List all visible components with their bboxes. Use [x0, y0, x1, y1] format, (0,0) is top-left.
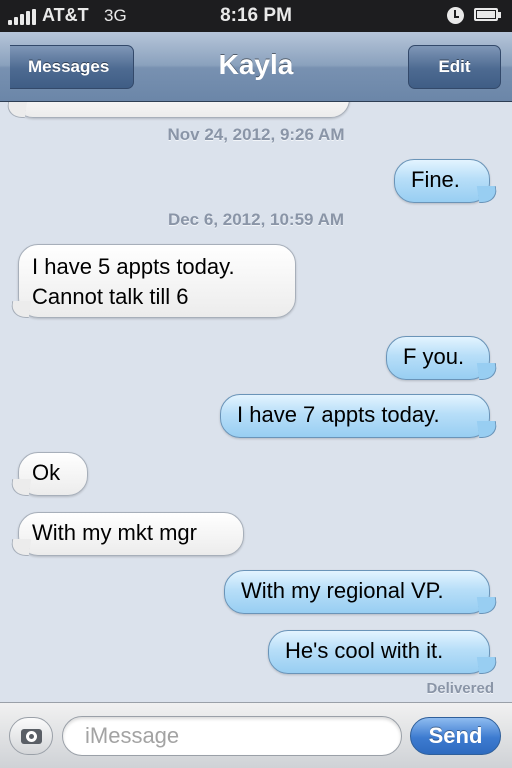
timestamp: Nov 24, 2012, 9:26 AM	[167, 125, 345, 144]
battery-icon	[474, 8, 498, 21]
timestamp: Dec 6, 2012, 10:59 AM	[167, 210, 345, 229]
status-bar: AT&T 3G 8:16 PM	[0, 0, 512, 32]
delivered-status: Delivered	[426, 680, 494, 697]
message-text-line: Cannot talk till 6	[32, 284, 189, 309]
send-button[interactable]: Send	[410, 717, 501, 755]
camera-lens	[26, 731, 37, 742]
message-text: Ok	[32, 460, 61, 485]
outgoing-message[interactable]: Fine.	[394, 159, 490, 203]
edit-button[interactable]: Edit	[408, 45, 501, 89]
outgoing-message[interactable]: He's cool with it.	[268, 630, 490, 674]
status-time: 8:16 PM	[220, 5, 292, 26]
incoming-message[interactable]: I have 5 appts today. Cannot talk till 6	[18, 244, 296, 318]
message-text-line: I have 5 appts today.	[32, 254, 235, 279]
message-thread[interactable]: Nov 24, 2012, 9:26 AM Fine. Dec 6, 2012,…	[0, 102, 512, 702]
outgoing-message[interactable]: F you.	[386, 336, 490, 380]
message-text: With my mkt mgr	[32, 520, 197, 545]
message-text: With my regional VP.	[241, 578, 444, 603]
message-text: Fine.	[411, 167, 460, 192]
outgoing-message[interactable]: I have 7 appts today.	[220, 394, 490, 438]
navigation-bar: Messages Kayla Edit	[0, 32, 512, 102]
outgoing-message[interactable]: With my regional VP.	[224, 570, 490, 614]
camera-button[interactable]	[9, 717, 53, 755]
message-text: He's cool with it.	[285, 638, 444, 663]
compose-bar: Send	[0, 702, 512, 768]
rotation-lock-icon	[447, 7, 464, 24]
message-input[interactable]	[62, 716, 402, 756]
partial-incoming-bubble	[14, 102, 350, 118]
message-text: I have 7 appts today.	[237, 402, 440, 427]
incoming-message[interactable]: With my mkt mgr	[18, 512, 244, 556]
message-text: F you.	[403, 344, 465, 369]
incoming-message[interactable]: Ok	[18, 452, 88, 496]
battery-tip	[498, 12, 501, 18]
